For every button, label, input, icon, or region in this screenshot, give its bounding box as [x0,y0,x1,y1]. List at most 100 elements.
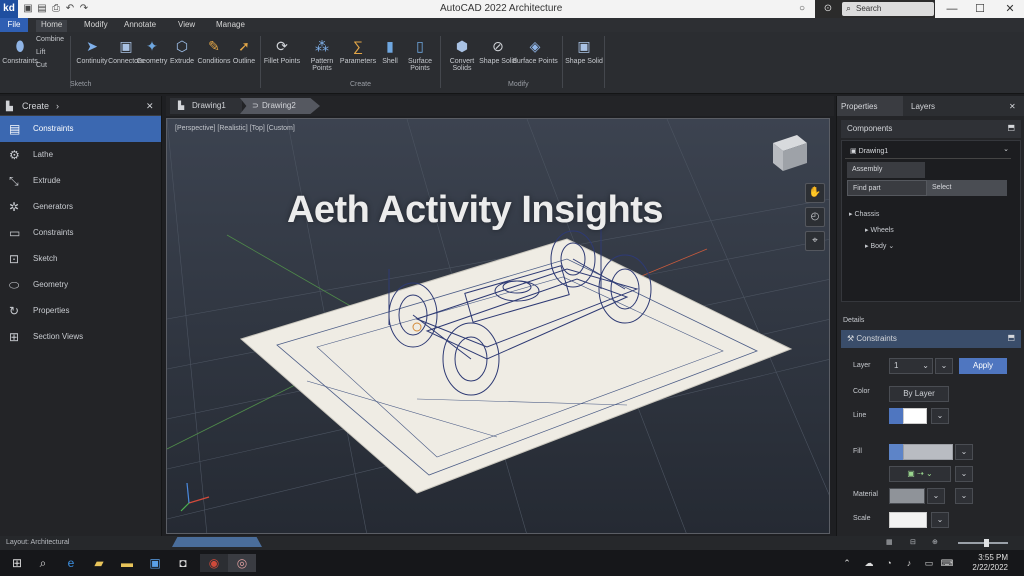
constraints-header[interactable]: ⚒ Constraints ⬒ [841,330,1021,348]
tab-modify[interactable]: Modify [84,20,108,29]
left-item-sketch[interactable]: ⊡ Sketch [0,246,161,272]
language-icon[interactable]: ⌨ [938,554,956,572]
left-item-constraints[interactable]: ▤ Constraints [0,116,161,142]
minimize-button[interactable]: — [944,2,960,16]
tool-outline[interactable]: ➚ Outline [224,38,264,65]
left-item-generators[interactable]: ✲ Generators [0,194,161,220]
orbit-icon[interactable]: ◴ [805,207,825,227]
autocad-taskbar-icon[interactable]: ◉ [200,554,228,572]
tool-lift[interactable]: Lift [36,49,64,56]
tab-layers[interactable]: Layers [907,96,947,116]
browser-select[interactable]: ▣ Drawing1 ⌄ [845,143,1011,159]
layout-tab[interactable] [172,537,262,547]
model-viewport[interactable]: [Perspective] [Realistic] [Top] [Custom]… [166,118,830,534]
tree-item-wheels[interactable]: ▸ Wheels [865,226,894,234]
left-item-constraints-2[interactable]: ▭ Constraints [0,220,161,246]
app-menu-button[interactable]: kd [0,0,18,18]
close-icon[interactable]: ✕ [1005,96,1021,116]
volume-icon[interactable]: ♪ [900,554,918,572]
tab-annotate[interactable]: Annotate [124,20,156,29]
tool-fillet[interactable]: ⟳ Fillet Points [262,38,302,65]
close-icon[interactable]: ✕ [146,101,154,112]
material-swatch[interactable] [889,488,925,504]
left-item-properties[interactable]: ↻ Properties [0,298,161,324]
zoom-slider[interactable] [958,542,1008,544]
material-dropdown[interactable]: ⌄ [927,488,945,504]
left-item-extrude[interactable]: ⤡ Extrude [0,168,161,194]
assembly-field[interactable]: Assembly [847,162,925,178]
tab-drawing1[interactable]: ▙ Drawing1 [170,98,242,114]
network-icon[interactable]: ☁ [860,554,878,572]
line-dropdown[interactable]: ⌄ [931,408,949,424]
tab-home[interactable]: Home [36,20,68,32]
fill-options[interactable]: ▣ ⇢ ⌄ [889,466,951,482]
open-icon[interactable]: ▣ [22,3,34,15]
ortho-toggle-icon[interactable]: ⊕ [932,538,938,546]
close-button[interactable]: ✕ [1002,2,1018,16]
select-button[interactable]: Select [927,180,1007,196]
tool-cut[interactable]: Cut [36,62,64,69]
tab-properties[interactable]: Properties [837,96,903,116]
undo-icon[interactable]: ↶ [64,3,76,15]
line-swatch[interactable] [889,408,903,424]
tab-view[interactable]: View [178,20,195,29]
scale-field[interactable] [889,512,927,528]
search-icon[interactable]: ⌕ [34,554,52,572]
edge-browser-icon[interactable]: e [62,554,80,572]
grid-toggle-icon[interactable]: ▦ [886,538,893,546]
share-icon[interactable]: ⊙ [822,3,834,15]
components-header[interactable]: Components ⬒ [841,120,1021,138]
material-more[interactable]: ⌄ [955,488,973,504]
fill-options-dropdown[interactable]: ⌄ [955,466,973,482]
windows-start-icon[interactable]: ⊞ [8,554,26,572]
tool-shape-solid[interactable]: ▣ Shape Solid [564,38,604,65]
tree-item-chassis[interactable]: ▸ Chassis [849,210,879,218]
camera-icon[interactable]: ◘ [174,554,192,572]
tab-manage[interactable]: Manage [216,20,245,29]
apply-button[interactable]: Apply [959,358,1007,374]
maximize-button[interactable]: ☐ [972,2,988,16]
app-taskbar-icon[interactable]: ◎ [228,554,256,572]
tree-item-body[interactable]: ▸ Body ⌄ [865,242,894,250]
snap-toggle-icon[interactable]: ⊟ [910,538,916,546]
layer-select[interactable]: 1 ⌄ [889,358,933,374]
redo-icon[interactable]: ↷ [78,3,90,15]
search-input[interactable]: ⌕ Search [842,2,934,16]
left-item-geometry[interactable]: ⬭ Geometry [0,272,161,298]
chevron-right-icon[interactable]: › [56,101,59,111]
fill-color[interactable] [903,444,953,460]
zoom-slider-handle[interactable] [984,539,989,547]
color-field[interactable]: By Layer [889,386,949,402]
line-color[interactable] [903,408,927,424]
find-part-button[interactable]: Find part [847,180,927,196]
tool-pattern[interactable]: ⁂ Pattern Points [302,38,342,72]
fill-dropdown[interactable]: ⌄ [955,444,973,460]
wifi-icon[interactable]: ◔ [880,554,898,572]
tool-surface-points[interactable]: ◈ Surface Points [512,38,558,65]
store-icon[interactable]: ▣ [146,554,164,572]
clock[interactable]: 3:55 PM 2/22/2022 [972,553,1008,573]
chevron-up-icon[interactable]: ⌃ [838,554,856,572]
tab-file[interactable]: File [0,18,28,32]
tool-combine[interactable]: Combine [36,36,64,43]
file-explorer-icon[interactable]: ▰ [90,554,108,572]
tool-constraints[interactable]: ⬮ Constraints [0,38,40,65]
tab-drawing2[interactable]: ⊃ Drawing2 [240,98,320,114]
folder-icon[interactable]: ▬ [118,554,136,572]
zoom-icon[interactable]: ⌖ [805,231,825,251]
save-icon[interactable]: ▤ [36,3,48,15]
left-item-lathe[interactable]: ⚙ Lathe [0,142,161,168]
view-cube[interactable] [773,135,807,171]
left-item-section-views[interactable]: ⊞ Section Views [0,324,161,350]
viewport-controls-label[interactable]: [Perspective] [Realistic] [Top] [Custom] [175,125,295,132]
print-icon[interactable]: ⎙ [50,3,62,15]
fill-swatch[interactable] [889,444,903,460]
tool-surface[interactable]: ▯ Surface Points [400,38,440,72]
pan-icon[interactable]: ✋ [805,183,825,203]
help-icon[interactable]: ○ [796,3,808,15]
layer-dropdown[interactable]: ⌄ [935,358,953,374]
tool-convert[interactable]: ⬢ Convert Solids [442,38,482,72]
battery-icon[interactable]: ▭ [920,554,938,572]
model-canvas[interactable] [167,119,830,534]
scale-dropdown[interactable]: ⌄ [931,512,949,528]
